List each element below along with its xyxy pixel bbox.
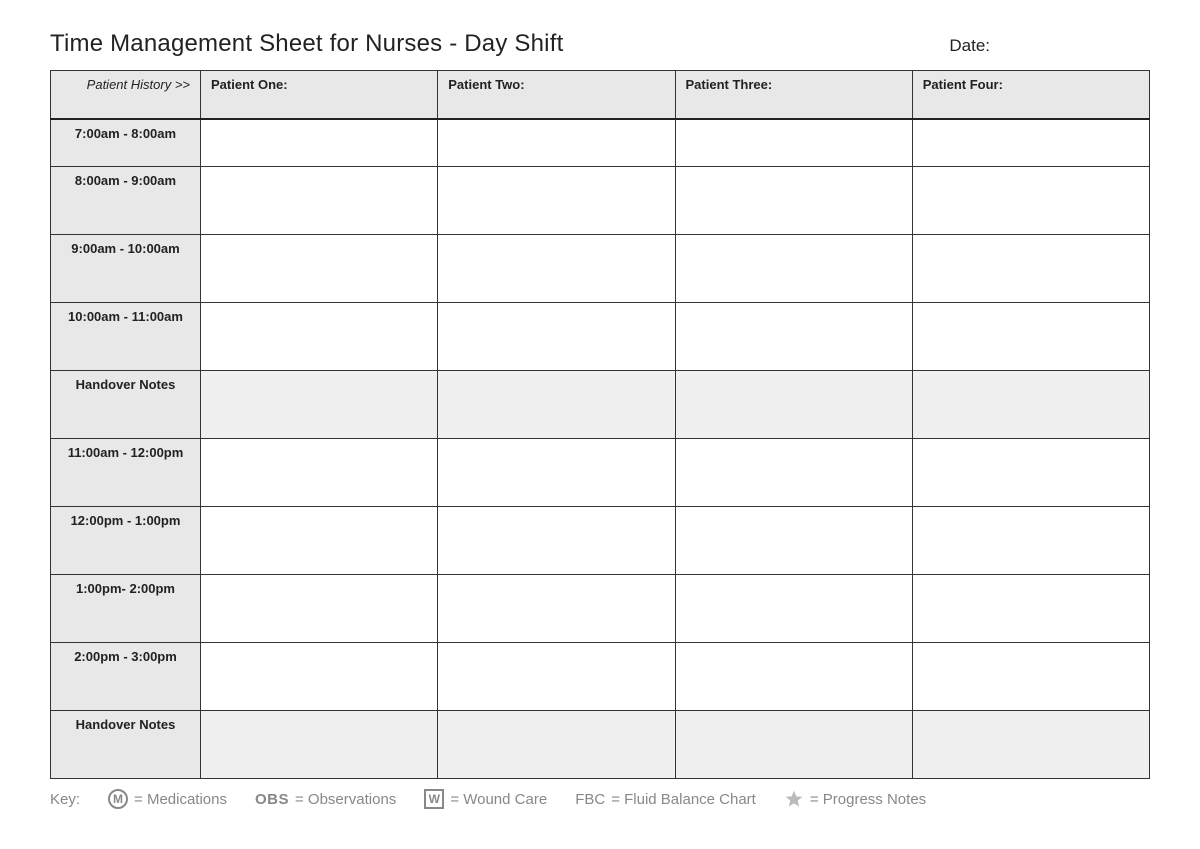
key-legend: Key: M = Medications OBS = Observations … <box>50 789 1150 809</box>
key-fbc: FBC = Fluid Balance Chart <box>575 791 756 808</box>
cell[interactable] <box>438 643 675 711</box>
table-row: Handover Notes <box>51 371 1150 439</box>
cell[interactable] <box>201 119 438 167</box>
fbc-icon: FBC <box>575 791 605 808</box>
cell[interactable] <box>201 643 438 711</box>
table-row: 7:00am - 8:00am <box>51 119 1150 167</box>
time-slot-label: 7:00am - 8:00am <box>51 119 201 167</box>
cell[interactable] <box>912 371 1149 439</box>
cell[interactable] <box>201 235 438 303</box>
page: Time Management Sheet for Nurses - Day S… <box>0 0 1200 829</box>
progress-notes-icon <box>784 789 804 809</box>
table-row: 10:00am - 11:00am <box>51 303 1150 371</box>
cell[interactable] <box>675 643 912 711</box>
key-observations-text: = Observations <box>295 791 396 808</box>
time-slot-label: 8:00am - 9:00am <box>51 167 201 235</box>
patient-header-2: Patient Two: <box>438 71 675 119</box>
patient-header-1: Patient One: <box>201 71 438 119</box>
cell[interactable] <box>675 235 912 303</box>
key-medications: M = Medications <box>108 789 227 809</box>
wound-care-icon: W <box>424 789 444 809</box>
time-slot-label: 11:00am - 12:00pm <box>51 439 201 507</box>
cell[interactable] <box>438 235 675 303</box>
key-fbc-text: = Fluid Balance Chart <box>611 791 756 808</box>
cell[interactable] <box>201 439 438 507</box>
observations-icon: OBS <box>255 791 289 808</box>
cell[interactable] <box>201 371 438 439</box>
cell[interactable] <box>201 575 438 643</box>
cell[interactable] <box>912 235 1149 303</box>
key-wound-care: W = Wound Care <box>424 789 547 809</box>
key-observations: OBS = Observations <box>255 791 396 808</box>
cell[interactable] <box>912 167 1149 235</box>
cell[interactable] <box>912 643 1149 711</box>
cell[interactable] <box>201 711 438 779</box>
time-slot-label: 9:00am - 10:00am <box>51 235 201 303</box>
medications-icon: M <box>108 789 128 809</box>
key-progress-notes: = Progress Notes <box>784 789 926 809</box>
cell[interactable] <box>675 303 912 371</box>
cell[interactable] <box>201 167 438 235</box>
table-row: Handover Notes <box>51 711 1150 779</box>
cell[interactable] <box>438 575 675 643</box>
cell[interactable] <box>201 303 438 371</box>
cell[interactable] <box>912 575 1149 643</box>
cell[interactable] <box>912 439 1149 507</box>
cell[interactable] <box>438 303 675 371</box>
patient-history-label: Patient History >> <box>51 71 201 119</box>
time-slot-label: Handover Notes <box>51 711 201 779</box>
time-slot-label: Handover Notes <box>51 371 201 439</box>
cell[interactable] <box>675 439 912 507</box>
table-row: 11:00am - 12:00pm <box>51 439 1150 507</box>
key-label: Key: <box>50 791 80 808</box>
cell[interactable] <box>912 303 1149 371</box>
cell[interactable] <box>675 711 912 779</box>
cell[interactable] <box>438 119 675 167</box>
key-progress-notes-text: = Progress Notes <box>810 791 926 808</box>
cell[interactable] <box>675 575 912 643</box>
cell[interactable] <box>912 119 1149 167</box>
cell[interactable] <box>912 507 1149 575</box>
cell[interactable] <box>438 507 675 575</box>
time-sheet-table: Patient History >> Patient One: Patient … <box>50 70 1150 779</box>
key-medications-text: = Medications <box>134 791 227 808</box>
page-title: Time Management Sheet for Nurses - Day S… <box>50 30 563 58</box>
time-slot-label: 2:00pm - 3:00pm <box>51 643 201 711</box>
patient-header-4: Patient Four: <box>912 71 1149 119</box>
cell[interactable] <box>912 711 1149 779</box>
cell[interactable] <box>675 119 912 167</box>
time-slot-label: 12:00pm - 1:00pm <box>51 507 201 575</box>
cell[interactable] <box>201 507 438 575</box>
key-wound-care-text: = Wound Care <box>450 791 547 808</box>
cell[interactable] <box>438 371 675 439</box>
cell[interactable] <box>438 711 675 779</box>
cell[interactable] <box>438 167 675 235</box>
cell[interactable] <box>675 507 912 575</box>
table-row: 8:00am - 9:00am <box>51 167 1150 235</box>
header: Time Management Sheet for Nurses - Day S… <box>50 30 1150 58</box>
table-row: 9:00am - 10:00am <box>51 235 1150 303</box>
cell[interactable] <box>438 439 675 507</box>
table-header-row: Patient History >> Patient One: Patient … <box>51 71 1150 119</box>
table-row: 12:00pm - 1:00pm <box>51 507 1150 575</box>
table-row: 2:00pm - 3:00pm <box>51 643 1150 711</box>
time-slot-label: 10:00am - 11:00am <box>51 303 201 371</box>
cell[interactable] <box>675 167 912 235</box>
table-row: 1:00pm- 2:00pm <box>51 575 1150 643</box>
cell[interactable] <box>675 371 912 439</box>
patient-header-3: Patient Three: <box>675 71 912 119</box>
time-slot-label: 1:00pm- 2:00pm <box>51 575 201 643</box>
date-label: Date: <box>949 36 1150 56</box>
